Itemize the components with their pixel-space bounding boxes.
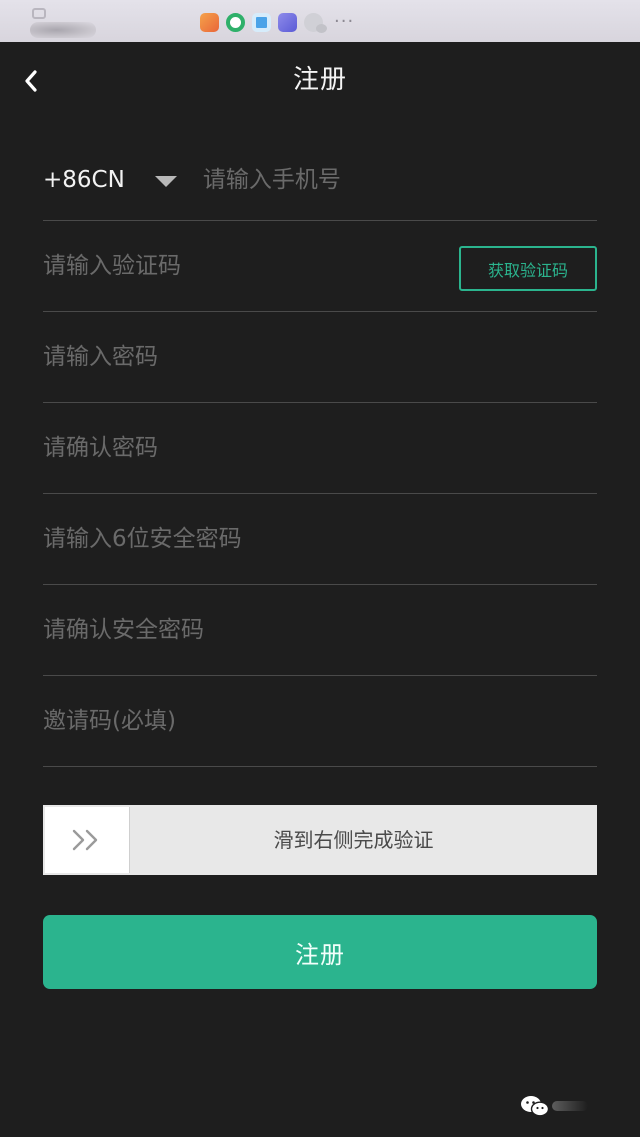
phone-row: +86CN bbox=[43, 140, 597, 221]
more-icon: ··· bbox=[334, 11, 355, 32]
wechat-icon bbox=[304, 12, 327, 33]
confirm-password-row bbox=[43, 403, 597, 494]
caret-down-icon bbox=[154, 175, 177, 187]
password-row bbox=[43, 312, 597, 403]
password-input[interactable] bbox=[43, 335, 597, 379]
country-code-select[interactable]: +86CN bbox=[43, 158, 177, 202]
get-code-button[interactable]: 获取验证码 bbox=[459, 246, 597, 291]
invite-code-row bbox=[43, 676, 597, 767]
slider-captcha: 滑到右侧完成验证 bbox=[43, 805, 597, 875]
phone-input[interactable] bbox=[202, 158, 597, 202]
slider-handle[interactable] bbox=[45, 807, 130, 873]
status-bar: ··· bbox=[0, 0, 640, 42]
360-browser-icon bbox=[226, 12, 245, 32]
registration-form: +86CN 获取验证码 bbox=[43, 140, 597, 767]
music-icon bbox=[278, 12, 297, 32]
slider-hint: 滑到右侧完成验证 bbox=[273, 828, 434, 852]
wechat-watermark-icon bbox=[521, 1096, 550, 1117]
qq-browser-icon bbox=[252, 12, 271, 32]
safe-password-row bbox=[43, 494, 597, 585]
confirm-safe-password-row bbox=[43, 585, 597, 676]
carrier-indicator bbox=[28, 4, 98, 38]
country-code-label: +86CN bbox=[43, 167, 125, 193]
double-chevron-right-icon bbox=[72, 829, 98, 851]
confirm-safe-password-input[interactable] bbox=[43, 608, 597, 652]
verification-code-row: 获取验证码 bbox=[43, 221, 597, 312]
invite-code-input[interactable] bbox=[43, 699, 597, 743]
register-button[interactable]: 注册 bbox=[43, 915, 597, 989]
signal-icon bbox=[32, 8, 46, 19]
confirm-password-input[interactable] bbox=[43, 426, 597, 470]
notification-icons: ··· bbox=[200, 11, 355, 33]
safe-password-input[interactable] bbox=[43, 517, 597, 561]
watermark bbox=[520, 1094, 588, 1118]
carrier-name-icon bbox=[30, 22, 96, 38]
navigation-bar: 注册 bbox=[0, 42, 640, 120]
page-title: 注册 bbox=[292, 65, 347, 95]
uc-browser-icon bbox=[200, 12, 219, 32]
watermark-text-blur bbox=[552, 1101, 588, 1111]
